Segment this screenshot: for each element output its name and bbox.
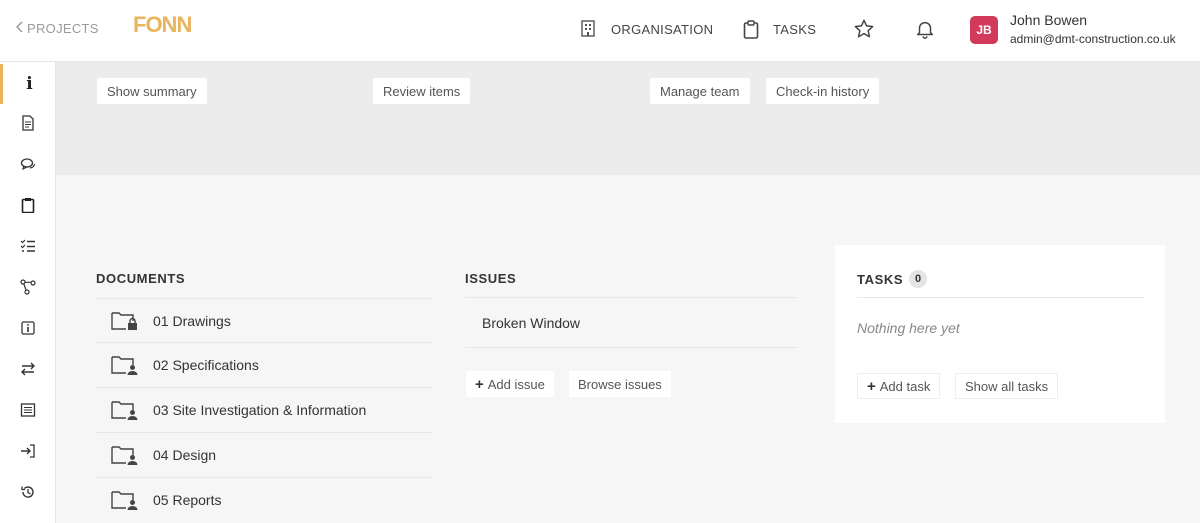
sidebar-item-info-box[interactable] [0,310,56,350]
folder-lock-icon [111,310,141,332]
clipboard-icon [20,197,36,218]
sidebar-item-info[interactable]: i [0,64,56,104]
tasks-title-label: TASKS [857,271,904,287]
nav-organisation-label: ORGANISATION [611,21,714,37]
info-box-icon [20,320,36,341]
folder-user-icon [111,354,141,376]
top-bar: PROJECTS FONN ORGANISATION TASKS JB John… [0,0,1200,62]
folder-name: 04 Design [153,446,217,463]
add-task-button[interactable]: + Add task [857,373,941,399]
divider [465,297,797,298]
sidebar-item-transfer[interactable] [0,351,56,391]
list-icon [20,402,36,423]
notifications-bell-icon[interactable] [914,18,938,42]
folder-name: 01 Drawings [153,312,231,329]
folder-row[interactable]: 03 Site Investigation & Information [96,387,432,431]
divider [857,297,1145,298]
browse-issues-button[interactable]: Browse issues [569,371,671,397]
nav-tasks-label: TASKS [773,21,817,37]
tasks-count-badge: 0 [909,270,928,288]
folder-row[interactable]: 01 Drawings [96,298,432,342]
divider [465,347,797,348]
check-in-history-button[interactable]: Check-in history [766,78,880,104]
nav-organisation[interactable]: ORGANISATION [581,20,713,38]
chat-icon [20,156,36,177]
transfer-icon [20,361,36,382]
building-icon [581,20,597,38]
sidebar-item-clipboard[interactable] [0,187,56,227]
documents-title: DOCUMENTS [96,271,186,286]
show-summary-button[interactable]: Show summary [97,78,207,104]
user-name[interactable]: John Bowen [1010,12,1087,28]
folder-user-icon [111,444,141,466]
sidebar-item-chat[interactable] [0,146,56,186]
back-to-projects-link[interactable]: PROJECTS [15,21,99,36]
checklist-icon [20,238,36,259]
user-avatar[interactable]: JB [970,16,998,44]
folder-name: 03 Site Investigation & Information [153,401,367,418]
show-all-tasks-button[interactable]: Show all tasks [955,373,1059,399]
sidebar: i [0,62,56,523]
nav-tasks[interactable]: TASKS [743,20,817,39]
plus-icon: + [475,375,484,393]
document-icon [20,114,36,136]
issue-item[interactable]: Broken Window [482,315,580,331]
user-email: admin@dmt-construction.co.uk [1010,32,1176,46]
sidebar-item-sign-in[interactable] [0,433,56,473]
issues-title: ISSUES [465,271,517,286]
sidebar-item-list[interactable] [0,392,56,432]
sidebar-item-workflow[interactable] [0,269,56,309]
sidebar-item-documents[interactable] [0,105,56,145]
back-label: PROJECTS [27,21,99,36]
favorite-star-icon[interactable] [853,18,877,42]
workflow-icon [20,278,36,300]
folder-name: 02 Specifications [153,356,259,373]
sign-in-icon [20,443,36,464]
folder-user-icon [111,399,141,421]
history-icon [20,484,36,505]
add-issue-label: Add issue [487,376,545,392]
tasks-title: TASKS 0 [857,270,928,288]
folder-row[interactable]: 05 Reports [96,477,432,521]
info-icon: i [26,74,33,94]
manage-team-button[interactable]: Manage team [650,78,750,104]
clipboard-icon [743,20,759,39]
sidebar-item-history[interactable] [0,474,56,514]
add-task-label: Add task [879,378,931,394]
project-actions-band: Show summary Review items Manage team Ch… [56,62,1200,175]
chevron-left-icon [15,21,24,36]
folder-row[interactable]: 02 Specifications [96,342,432,386]
plus-icon: + [867,377,876,395]
tasks-empty-text: Nothing here yet [857,320,960,336]
folder-name: 05 Reports [153,491,222,508]
folder-user-icon [111,489,141,511]
sidebar-item-checklist[interactable] [0,228,56,268]
add-issue-button[interactable]: + Add issue [466,371,554,397]
review-items-button[interactable]: Review items [373,78,471,104]
folder-row[interactable]: 04 Design [96,432,432,476]
fonn-logo[interactable]: FONN [133,12,192,38]
